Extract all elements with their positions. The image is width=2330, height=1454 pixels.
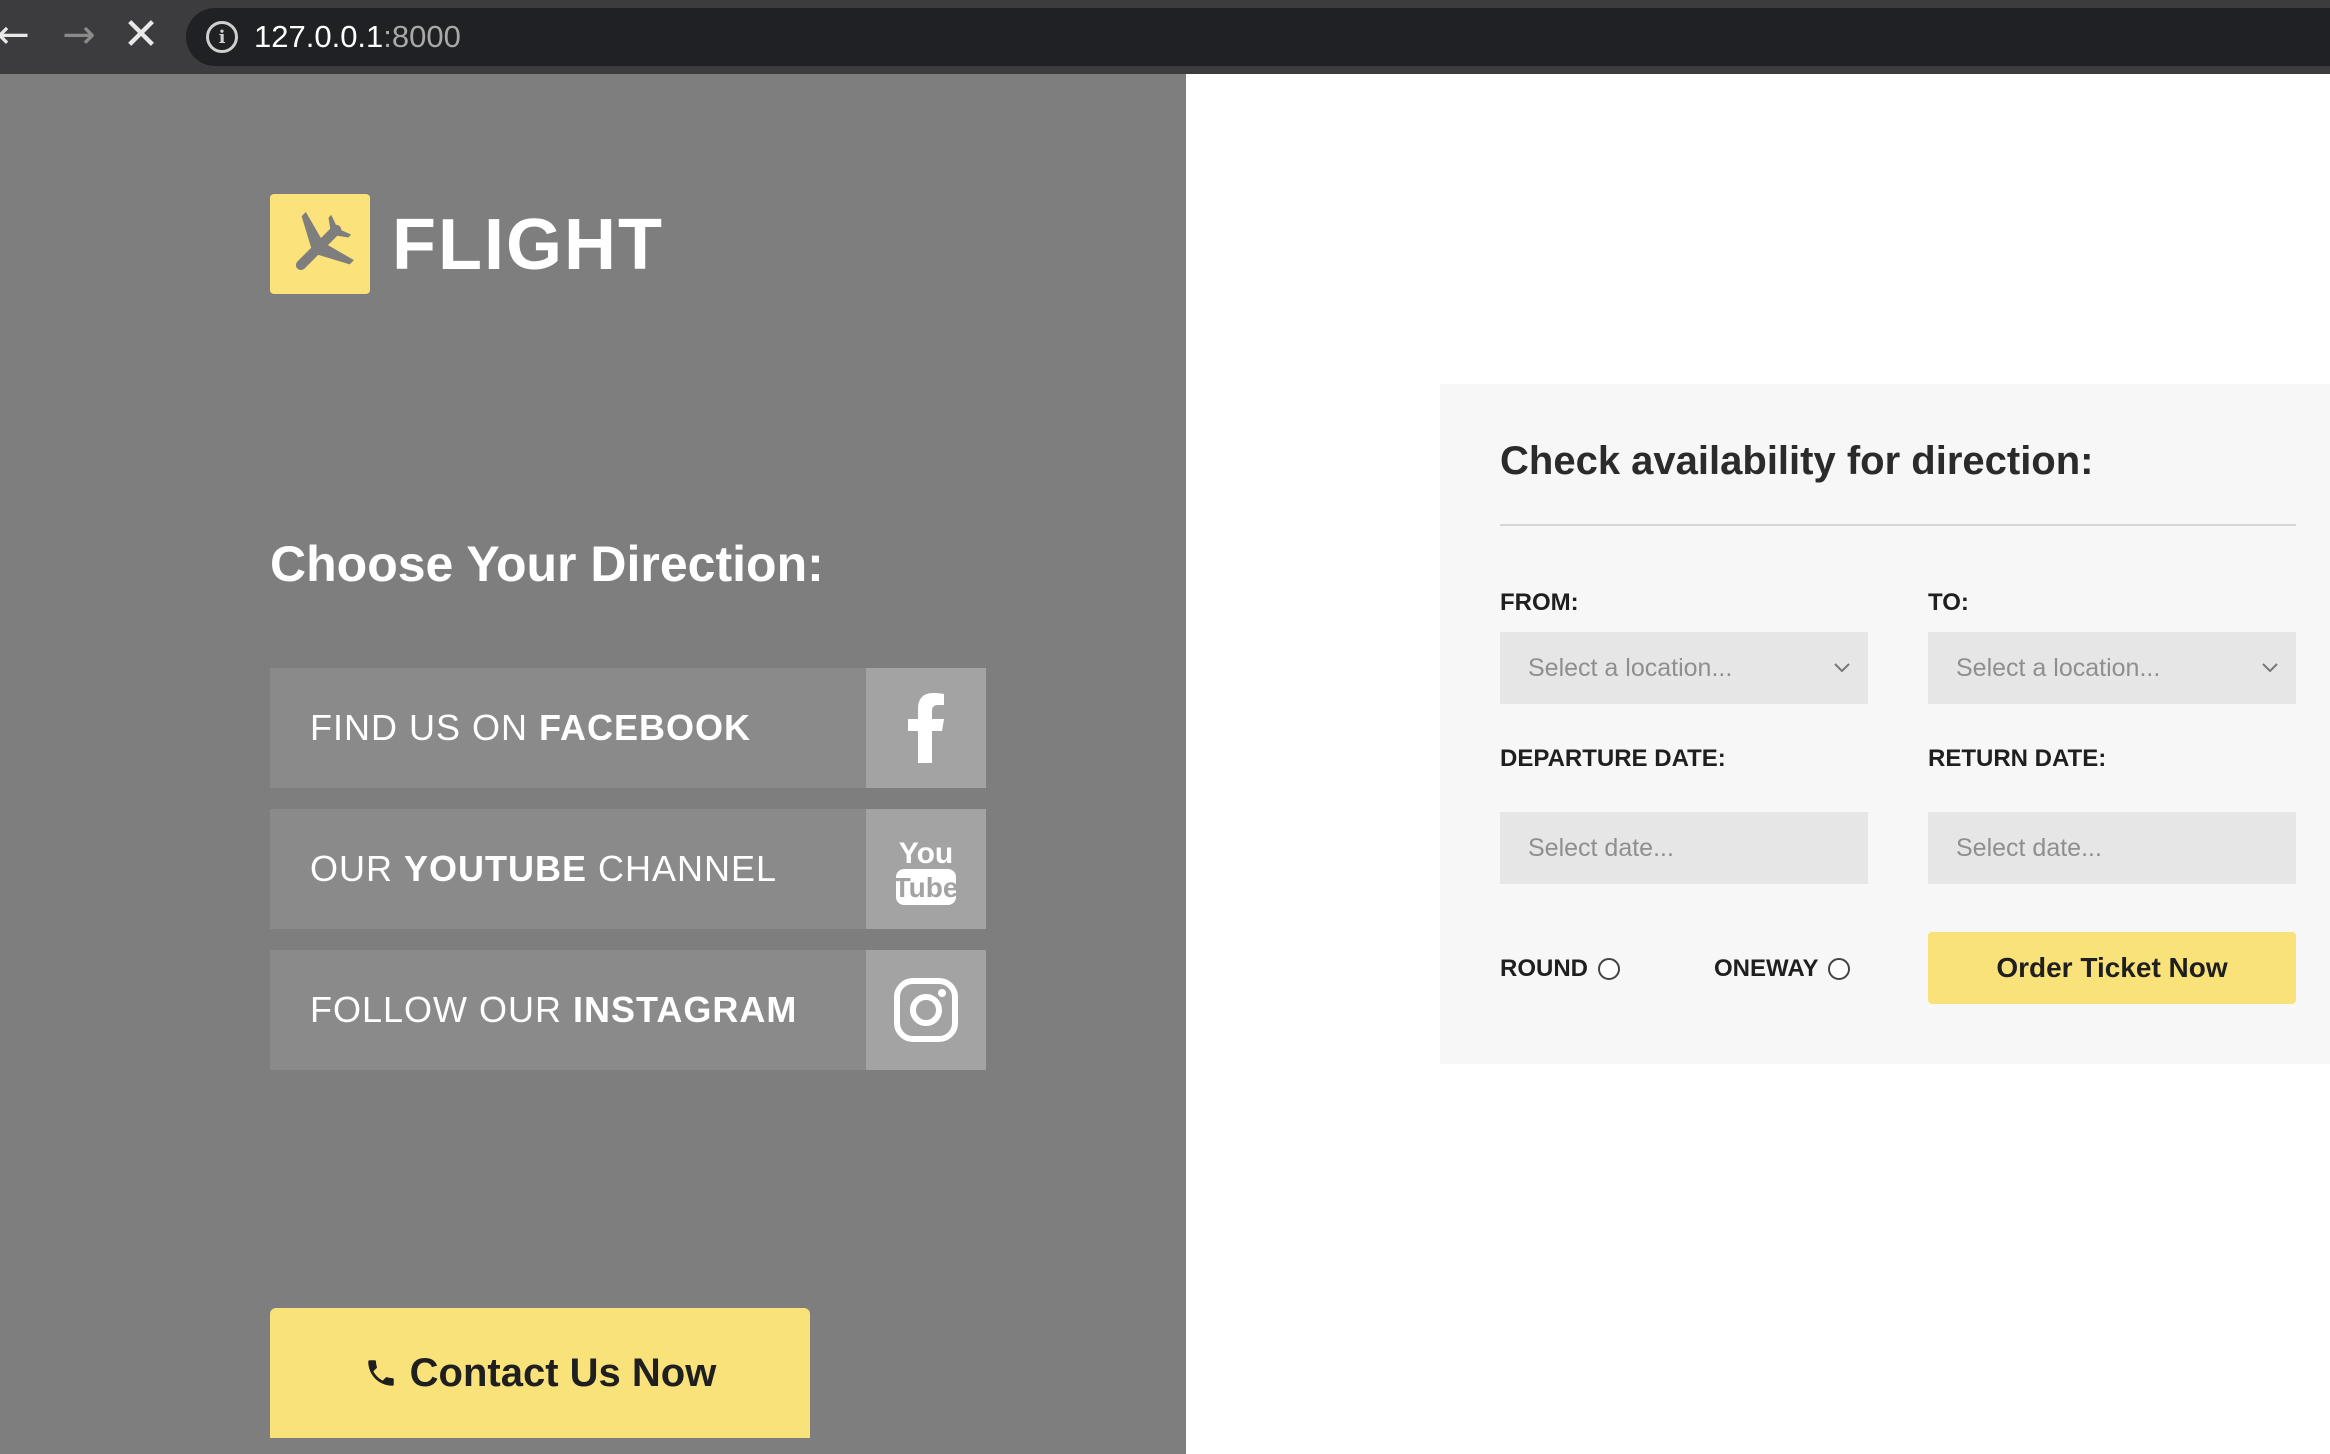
youtube-link-label: OUR YOUTUBE CHANNEL: [310, 848, 778, 889]
round-trip-option[interactable]: ROUND: [1500, 954, 1620, 984]
url-host: 127.0.0.1: [254, 19, 384, 54]
departure-date-input[interactable]: Select date...: [1500, 812, 1868, 884]
stop-loading-icon[interactable]: ✕: [118, 0, 164, 74]
to-select-value: Select a location...: [1956, 654, 2161, 682]
from-select-value: Select a location...: [1528, 654, 1733, 682]
oneway-radio[interactable]: [1828, 958, 1851, 980]
from-label: FROM:: [1500, 589, 1579, 616]
instagram-link-label: FOLLOW OUR INSTAGRAM: [310, 989, 798, 1030]
round-trip-radio[interactable]: [1598, 958, 1620, 980]
choose-direction-heading: Choose Your Direction:: [270, 536, 824, 592]
oneway-option[interactable]: ONEWAY: [1714, 954, 1851, 984]
availability-form: Check availability for direction: FROM: …: [1440, 384, 2330, 1064]
contact-us-button[interactable]: Contact Us Now: [270, 1308, 810, 1438]
instagram-icon: [866, 950, 986, 1070]
left-panel: FLIGHT Choose Your Direction: FIND US ON…: [0, 74, 1186, 1454]
to-select[interactable]: Select a location...: [1928, 632, 2296, 704]
chevron-down-icon: [2262, 663, 2278, 673]
to-label: TO:: [1928, 589, 1969, 616]
facebook-link[interactable]: FIND US ON FACEBOOK: [270, 668, 986, 788]
forward-arrow-icon[interactable]: →: [56, 0, 102, 74]
youtube-icon-text-top: You: [899, 837, 953, 870]
order-ticket-button[interactable]: Order Ticket Now: [1928, 932, 2296, 1004]
from-select[interactable]: Select a location...: [1500, 632, 1868, 704]
departure-date-placeholder: Select date...: [1528, 834, 1674, 862]
return-date-input[interactable]: Select date...: [1928, 812, 2296, 884]
form-divider: [1500, 524, 2296, 526]
phone-icon: [367, 1360, 394, 1386]
address-url[interactable]: 127.0.0.1:8000: [254, 8, 461, 66]
youtube-icon: You Tube: [866, 809, 986, 929]
back-arrow-icon[interactable]: ←: [0, 0, 36, 74]
address-bar[interactable]: i 127.0.0.1:8000: [186, 8, 2330, 66]
oneway-label: ONEWAY: [1714, 955, 1819, 982]
site-info-icon[interactable]: i: [206, 21, 238, 53]
contact-us-label: Contact Us Now: [409, 1351, 717, 1395]
chevron-down-icon: [1834, 663, 1850, 673]
youtube-link[interactable]: OUR YOUTUBE CHANNEL You Tube: [270, 809, 986, 929]
plane-logo-icon[interactable]: [270, 194, 370, 294]
browser-toolbar: ← → ✕ i 127.0.0.1:8000: [0, 0, 2330, 74]
form-title: Check availability for direction:: [1500, 439, 2094, 483]
return-date-placeholder: Select date...: [1956, 834, 2102, 862]
facebook-link-label: FIND US ON FACEBOOK: [310, 707, 752, 748]
url-port: :8000: [383, 19, 461, 54]
instagram-link[interactable]: FOLLOW OUR INSTAGRAM: [270, 950, 986, 1070]
youtube-icon-text-bottom: Tube: [894, 872, 958, 903]
brand-name[interactable]: FLIGHT: [392, 200, 664, 290]
facebook-icon: [866, 668, 986, 788]
round-trip-label: ROUND: [1500, 955, 1588, 982]
return-date-label: RETURN DATE:: [1928, 745, 2107, 772]
departure-date-label: DEPARTURE DATE:: [1500, 745, 1726, 772]
